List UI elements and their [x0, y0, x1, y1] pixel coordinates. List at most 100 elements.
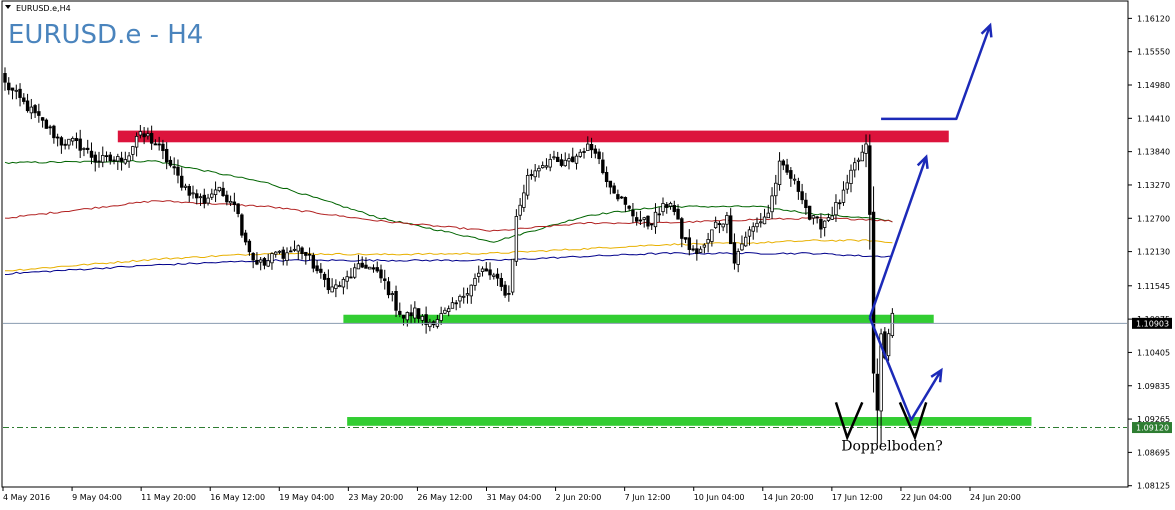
candle-body: [10, 87, 15, 91]
candle-body: [401, 314, 406, 319]
candle-body: [698, 248, 703, 253]
candle-body: [601, 159, 605, 174]
candle-body: [695, 248, 699, 255]
candle-body: [597, 151, 601, 160]
support-zone-2: [347, 417, 1032, 426]
candle-body: [499, 277, 504, 287]
candle-body: [274, 251, 278, 255]
candle-body: [785, 164, 789, 173]
y-tick-label: 1.13840: [1137, 148, 1170, 157]
candle-body: [195, 193, 199, 199]
x-tick-label: 10 Jun 04:00: [694, 493, 745, 502]
candle-body: [326, 277, 331, 291]
candle-body: [890, 312, 895, 337]
candle-body: [849, 169, 853, 184]
candle-body: [740, 243, 744, 251]
candle-body: [668, 202, 673, 207]
candle-body: [578, 151, 582, 157]
candle-body: [702, 244, 707, 248]
x-tick-label: 22 Jun 04:00: [901, 493, 952, 502]
x-tick-label: 2 Jun 20:00: [556, 493, 602, 502]
x-tick-label: 7 Jun 12:00: [625, 493, 671, 502]
candle-body: [304, 251, 308, 256]
y-tick-label: 1.16120: [1137, 14, 1170, 23]
candle-body: [574, 155, 579, 164]
candle-body: [330, 286, 334, 293]
candle-body: [416, 308, 421, 319]
candle-body: [108, 154, 112, 162]
candle-body: [386, 281, 391, 296]
candle-body: [559, 159, 564, 166]
candle-body: [755, 222, 759, 228]
y-tick-label: 1.15550: [1137, 48, 1170, 57]
candle-body: [721, 223, 725, 228]
candle-body: [89, 150, 94, 158]
candle-body: [270, 253, 274, 264]
candle-body: [172, 166, 176, 169]
x-tick-label: 9 May 04:00: [72, 493, 122, 502]
candle-body: [717, 223, 722, 225]
candle-body: [540, 165, 545, 169]
candle-body: [307, 253, 312, 256]
x-tick-label: 11 May 20:00: [141, 493, 196, 502]
candle-body: [593, 148, 598, 154]
candle-body: [807, 205, 812, 220]
candle-body: [228, 201, 233, 204]
candle-body: [638, 219, 643, 222]
candle-body: [830, 215, 834, 220]
candle-body: [368, 266, 372, 270]
marked-level-badge-label: 1.09120: [1136, 424, 1169, 433]
candle-body: [337, 285, 342, 288]
candle-body: [210, 193, 214, 198]
candle-body: [680, 218, 684, 239]
candle-body: [255, 259, 259, 265]
candle-body: [206, 197, 210, 204]
candle-body: [736, 251, 740, 265]
candle-body: [454, 302, 458, 305]
candle-body: [492, 274, 496, 277]
candle-body: [74, 138, 79, 142]
candle-body: [567, 158, 571, 162]
candle-body: [612, 185, 616, 194]
candle-body: [875, 373, 880, 411]
candle-body: [770, 195, 774, 213]
candle-body: [33, 105, 37, 114]
candle-body: [777, 160, 782, 186]
candle-body: [383, 278, 387, 281]
candle-body: [631, 209, 635, 217]
candle-body: [653, 211, 658, 228]
y-tick-label: 1.10405: [1137, 348, 1170, 357]
candle-body: [556, 156, 560, 163]
candle-body: [691, 248, 695, 251]
y-tick-label: 1.13270: [1137, 181, 1170, 190]
x-tick-label: 26 May 12:00: [417, 493, 472, 502]
candle-body: [548, 158, 552, 168]
candle-body: [683, 237, 688, 240]
candle-body: [352, 267, 357, 278]
candle-body: [153, 143, 158, 146]
y-tick-label: 1.12700: [1137, 214, 1170, 223]
candle-body: [582, 151, 586, 153]
candle-body: [747, 229, 752, 237]
candle-body: [67, 138, 71, 146]
candle-body: [503, 284, 507, 296]
candle-body: [860, 151, 864, 162]
candle-body: [443, 309, 447, 314]
candle-body: [345, 276, 349, 282]
candle-body: [642, 217, 646, 220]
candle-body: [856, 159, 861, 162]
candle-body: [217, 186, 222, 192]
candle-body: [3, 73, 7, 83]
candle-body: [838, 202, 842, 205]
y-tick-label: 1.12130: [1137, 248, 1170, 257]
candle-body: [604, 171, 609, 183]
candle-body: [650, 223, 654, 226]
candle-body: [123, 159, 128, 164]
candle-body: [522, 192, 526, 208]
candle-body: [292, 248, 297, 251]
candle-body: [161, 143, 165, 152]
candle-body: [792, 178, 797, 181]
candle-body: [713, 221, 718, 229]
candle-body: [131, 146, 135, 155]
candle-body: [341, 278, 346, 288]
